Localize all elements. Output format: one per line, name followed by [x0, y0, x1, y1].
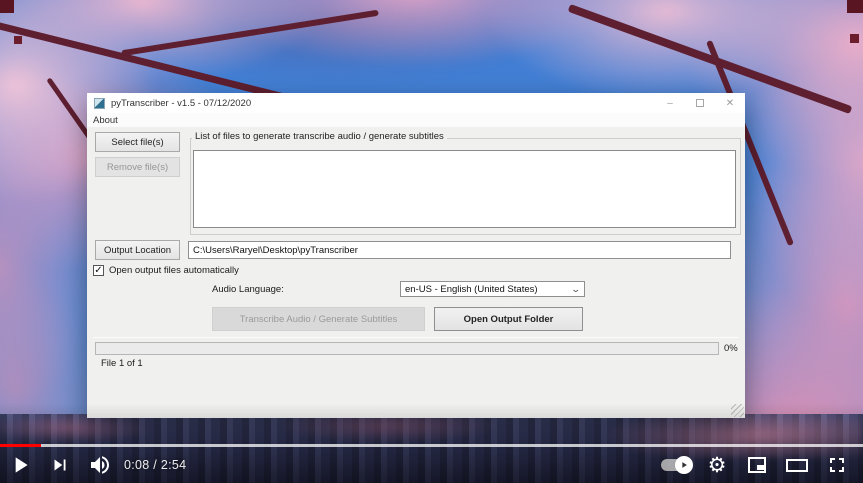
file-counter: File 1 of 1: [101, 358, 143, 369]
window-caption-buttons: – ✕: [655, 93, 745, 113]
file-listbox[interactable]: [193, 150, 736, 228]
minimize-button[interactable]: –: [655, 93, 685, 113]
maximize-button[interactable]: [685, 93, 715, 113]
close-button[interactable]: ✕: [715, 93, 745, 113]
window-title: pyTranscriber - v1.5 - 07/12/2020: [111, 98, 251, 109]
fullscreen-button[interactable]: [817, 447, 857, 483]
open-output-checkbox-label: Open output files automatically: [109, 265, 239, 276]
window-titlebar[interactable]: pyTranscriber - v1.5 - 07/12/2020 – ✕: [87, 93, 745, 113]
next-button[interactable]: [40, 447, 80, 483]
progress-bar: [95, 342, 719, 355]
branch-decoration: [0, 0, 14, 13]
chevron-down-icon: ⌄: [571, 284, 582, 295]
menu-bar: About: [87, 113, 745, 127]
app-icon: [94, 98, 105, 109]
file-list-group-label: List of files to generate transcribe aud…: [192, 131, 447, 142]
remove-files-button[interactable]: Remove file(s): [95, 157, 180, 177]
output-path-field[interactable]: C:\Users\Raryel\Desktop\pyTranscriber: [188, 241, 731, 259]
right-controls: ⚙: [661, 447, 857, 483]
autoplay-toggle[interactable]: [661, 459, 691, 471]
audio-language-label: Audio Language:: [212, 284, 284, 295]
gear-icon: ⚙: [708, 455, 727, 476]
open-output-checkbox-row[interactable]: ✓ Open output files automatically: [93, 265, 239, 276]
progress-percent: 0%: [724, 343, 738, 354]
maximize-icon: [696, 99, 704, 107]
next-icon: [49, 454, 71, 476]
audio-language-dropdown[interactable]: en-US - English (United States) ⌄: [400, 281, 585, 297]
settings-button[interactable]: ⚙: [697, 447, 737, 483]
autoplay-knob: [675, 456, 693, 474]
select-files-button[interactable]: Select file(s): [95, 132, 180, 152]
theater-icon: [784, 453, 810, 477]
divider: [93, 337, 739, 338]
play-icon: [7, 452, 33, 478]
branch-decoration: [850, 34, 859, 43]
play-button[interactable]: [0, 447, 40, 483]
audio-language-selected: en-US - English (United States): [405, 284, 538, 295]
branch-decoration: [14, 36, 22, 44]
volume-button[interactable]: [80, 447, 120, 483]
transcribe-button[interactable]: Transcribe Audio / Generate Subtitles: [212, 307, 425, 331]
volume-icon: [88, 453, 112, 477]
pytranscriber-window: pyTranscriber - v1.5 - 07/12/2020 – ✕ Ab…: [87, 93, 745, 418]
time-display: 0:08 / 2:54: [124, 458, 186, 472]
output-location-button[interactable]: Output Location: [95, 240, 180, 260]
miniplayer-button[interactable]: [737, 447, 777, 483]
fullscreen-icon: [825, 453, 849, 477]
miniplayer-icon: [745, 453, 769, 477]
open-output-folder-button[interactable]: Open Output Folder: [434, 307, 583, 331]
branch-decoration: [847, 0, 863, 13]
video-player: pyTranscriber - v1.5 - 07/12/2020 – ✕ Ab…: [0, 0, 863, 483]
theater-mode-button[interactable]: [777, 447, 817, 483]
menu-item-about[interactable]: About: [87, 115, 124, 126]
checkbox-checked-icon[interactable]: ✓: [93, 265, 104, 276]
player-controls-bar: 0:08 / 2:54 ⚙: [0, 447, 863, 483]
autoplay-play-icon: [679, 460, 689, 470]
